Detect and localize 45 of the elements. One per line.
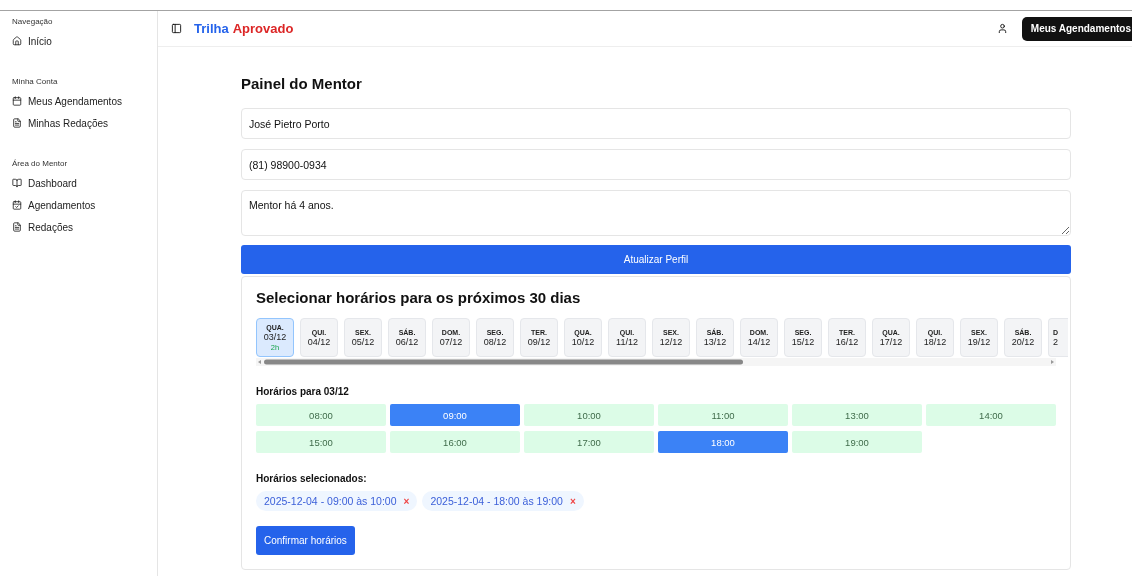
user-icon[interactable]	[996, 23, 1008, 34]
calendar-check-icon	[12, 200, 22, 210]
section-title: Selecionar horários para os próximos 30 dias	[256, 289, 582, 306]
bio-field[interactable]: Mentor há 4 anos.	[241, 190, 1071, 236]
remove-button[interactable]: ×	[569, 495, 576, 507]
update-profile-button[interactable]: Atualizar Perfil	[241, 245, 1071, 274]
chip-label: 2025-12-04 - 18:00 às 19:00	[430, 495, 563, 507]
time-slot[interactable]: 11:00	[658, 404, 788, 426]
calendar-icon	[12, 96, 22, 106]
slots-heading: Horários para 03/12	[256, 386, 350, 397]
scrollbar[interactable]	[256, 358, 1056, 366]
time-slot[interactable]: 10:00	[524, 404, 654, 426]
remove-button[interactable]: ×	[403, 495, 410, 507]
time-slot[interactable]: 15:00	[256, 431, 386, 453]
time-slot[interactable]: 14:00	[926, 404, 1056, 426]
sidebar-item[interactable]: Dashboard	[8, 174, 149, 192]
brand-name: Trilha	[194, 21, 229, 36]
document-icon	[12, 222, 22, 232]
time-slot[interactable]: 08:00	[256, 404, 386, 426]
sidebar-toggle-icon[interactable]	[171, 23, 182, 34]
house-icon	[12, 36, 22, 46]
time-slot[interactable]: 18:00	[658, 431, 788, 453]
chip-label: 2025-12-04 - 09:00 às 10:00	[264, 495, 397, 507]
time-slot[interactable]: 16:00	[390, 431, 520, 453]
phone-field[interactable]: (81) 98900-0934	[241, 149, 1071, 180]
confirm-button[interactable]: Confirmar horários	[256, 526, 355, 555]
name-field[interactable]: José Pietro Porto	[241, 108, 1071, 139]
sidebar-item[interactable]: Redações	[8, 218, 149, 236]
appointments-button[interactable]: Meus Agendamentos	[1021, 16, 1132, 41]
sidebar-group-label: Área do Mentor	[11, 159, 69, 168]
sidebar-item[interactable]: Minhas Redações	[8, 114, 149, 132]
sidebar-item[interactable]: Início	[8, 32, 149, 50]
selected-heading: Horários selecionados:	[256, 473, 368, 484]
sidebar-group-label: Minha Conta	[11, 77, 59, 86]
brand-name: Aprovado	[232, 21, 294, 36]
time-slot[interactable]: 13:00	[792, 404, 922, 426]
sidebar-item[interactable]: Meus Agendamentos	[8, 92, 149, 110]
time-slot[interactable]: 09:00	[390, 404, 520, 426]
time-slot[interactable]: 17:00	[524, 431, 654, 453]
sidebar-item[interactable]: Agendamentos	[8, 196, 149, 214]
document-icon	[12, 118, 22, 128]
page-title: Painel do Mentor	[241, 75, 363, 92]
book-icon	[12, 178, 22, 188]
time-slot[interactable]: 19:00	[792, 431, 922, 453]
sidebar-group-label: Navegação	[11, 17, 54, 26]
